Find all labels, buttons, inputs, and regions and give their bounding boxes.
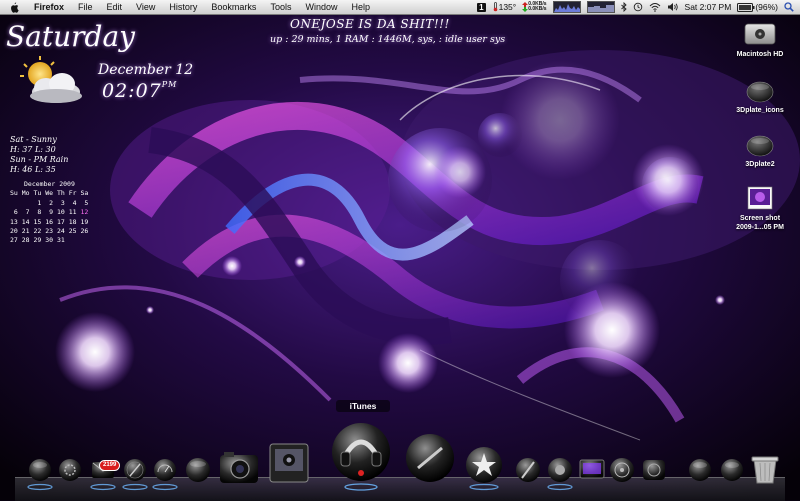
dock-running-indicator	[122, 483, 148, 491]
dock-ipod-icon[interactable]	[548, 458, 572, 482]
menu-window[interactable]: Window	[298, 0, 344, 14]
dock-running-indicator	[90, 483, 116, 491]
calendar-week: 6 7 8 9 10 11 12	[10, 208, 88, 217]
dock-itunes-icon[interactable]	[332, 423, 390, 481]
dock-trash-icon[interactable]	[751, 456, 779, 484]
folder-icon	[746, 135, 774, 157]
image-file-icon	[747, 186, 773, 210]
dock-stack-icon[interactable]	[721, 459, 743, 481]
menu-bar: Firefox File Edit View History Bookmarks…	[0, 0, 800, 15]
menu-history[interactable]: History	[162, 0, 204, 14]
calendar-weekdays: Su Mo Tu We Th Fr Sa	[10, 189, 89, 198]
dock-fan-icon[interactable]	[643, 460, 665, 480]
calendar-week-text: 6 7 8 9 10 11	[10, 208, 81, 217]
spaces-indicator[interactable]: 1	[477, 2, 486, 12]
memory-graph[interactable]	[586, 1, 615, 13]
desktop-icon-label-line2: 2009-1...05 PM	[736, 224, 784, 231]
menu-help[interactable]: Help	[344, 0, 377, 14]
dock-running-indicator	[547, 483, 573, 491]
weather-today-temps: H: 37 L: 30	[10, 145, 56, 154]
spotlight-search-icon[interactable]	[784, 2, 794, 12]
menu-file[interactable]: File	[71, 0, 100, 14]
desktop-icon-macintosh-hd[interactable]: Macintosh HD	[720, 20, 800, 59]
dock-running-indicator	[344, 483, 378, 491]
geektool-time-value: 02:07	[102, 80, 162, 102]
dock-tooltip-itunes: iTunes	[336, 400, 390, 412]
geektool-date: December 12	[98, 62, 194, 78]
desktop-icon-label-line1: Screen shot	[739, 215, 781, 222]
folder-icon	[746, 81, 774, 103]
dock-pen-icon[interactable]	[406, 434, 454, 482]
dock-finder-icon[interactable]	[29, 459, 51, 481]
battery-status[interactable]: (96%)	[737, 2, 778, 12]
desktop-icon-label: Macintosh HD	[736, 51, 784, 58]
calendar-widget: December 2009 Su Mo Tu We Th Fr Sa 1 2 3…	[10, 180, 88, 246]
menu-clock[interactable]: Sat 2:07 PM	[685, 2, 732, 12]
geektool-time: 02:07PM	[102, 80, 177, 102]
dock-stack-icon[interactable]	[689, 459, 711, 481]
desktop-icon-label: 3Dplate_icons	[736, 107, 784, 114]
weather-forecast: Sat - Sunny H: 37 L: 30 Sun - PM Rain H:…	[10, 135, 68, 175]
weather-today: Sat - Sunny	[10, 135, 57, 144]
thermometer-icon	[493, 2, 497, 12]
geektool-time-ampm: PM	[161, 80, 178, 89]
calendar-today: 12	[80, 208, 89, 217]
menu-app-firefox[interactable]: Firefox	[27, 0, 71, 14]
desktop-icon-3dplate-icons[interactable]: 3Dplate_icons	[720, 76, 800, 115]
menu-edit[interactable]: Edit	[100, 0, 130, 14]
geektool-system-stats: up : 29 mins, 1 RAM : 1446M, sys, : idle…	[270, 34, 506, 45]
calendar-week: 27 28 29 30 31	[10, 236, 65, 245]
desktop-icon-label: 3Dplate2	[745, 161, 775, 168]
net-download-rate: 0.0KB/s	[528, 6, 547, 12]
dock-photos-icon[interactable]	[269, 443, 309, 483]
dock-safari-icon[interactable]	[124, 459, 146, 481]
dock-system-preferences-icon[interactable]	[59, 459, 81, 481]
volume-icon[interactable]	[667, 2, 679, 12]
cpu-graph[interactable]	[552, 1, 581, 13]
dock-app-icon[interactable]	[516, 458, 540, 482]
dock-disk-utility-icon[interactable]	[610, 458, 634, 482]
dock	[27, 423, 779, 491]
weather-tomorrow: Sun - PM Rain	[10, 155, 69, 164]
battery-icon	[737, 2, 755, 12]
calendar-week: 13 14 15 16 17 18 19	[10, 217, 89, 226]
dock-running-indicator	[469, 483, 499, 491]
calendar-week: 20 21 22 23 24 25 26	[10, 227, 89, 236]
calendar-week: 1 2 3 4 5	[10, 198, 89, 207]
geektool-headline: ONEJOSE IS DA SHIT!!!	[290, 17, 450, 31]
weather-tomorrow-temps: H: 46 L: 35	[10, 165, 56, 174]
battery-percent: (96%)	[755, 2, 778, 12]
weather-partly-cloudy-icon	[20, 56, 82, 103]
bluetooth-icon[interactable]	[620, 2, 627, 12]
dock-running-indicator	[27, 483, 53, 491]
apple-menu-icon[interactable]	[0, 2, 27, 13]
wifi-icon[interactable]	[649, 2, 661, 12]
network-monitor[interactable]: 0.0KB/s 0.0KB/s	[522, 2, 547, 12]
calendar-title: December 2009	[24, 180, 75, 188]
time-machine-icon[interactable]	[633, 2, 643, 12]
desktop-icon-3dplate2[interactable]: 3Dplate2	[720, 130, 800, 169]
temperature-monitor[interactable]: 135°	[492, 2, 517, 12]
temperature-value: 135°	[498, 2, 517, 12]
dock-camera-icon[interactable]	[220, 452, 258, 483]
menu-tools[interactable]: Tools	[263, 0, 298, 14]
dock-running-indicator	[152, 483, 178, 491]
mail-unread-badge: 2199	[99, 460, 121, 471]
hard-drive-icon	[744, 23, 776, 45]
dock-display-icon[interactable]	[579, 459, 605, 479]
dock-imovie-icon[interactable]	[466, 447, 502, 483]
menu-view[interactable]: View	[129, 0, 162, 14]
geektool-day: Saturday	[6, 20, 135, 53]
desktop-icon-screen-shot[interactable]: Screen shot 2009-1...05 PM	[720, 184, 800, 232]
dock-dashboard-icon[interactable]	[154, 459, 176, 481]
menu-bookmarks[interactable]: Bookmarks	[204, 0, 263, 14]
dock-time-machine-icon[interactable]	[186, 458, 210, 482]
